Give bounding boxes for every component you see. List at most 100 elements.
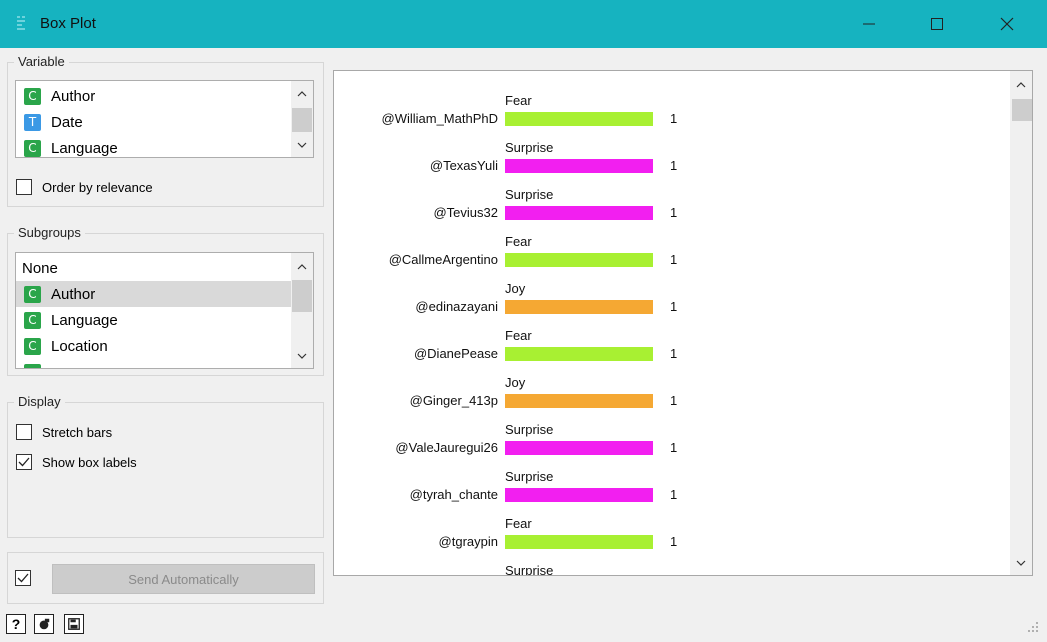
scroll-down-icon[interactable] [1010,553,1032,573]
scroll-down-icon[interactable] [291,136,313,154]
box-label: Fear [505,328,532,343]
author-label: @TexasYuli [429,158,498,173]
subgroup-item-author[interactable]: C Author [16,281,293,307]
bar-value: 1 [670,346,678,361]
author-label: @CallmeArgentino [388,252,498,267]
auto-send-checkbox[interactable] [15,570,41,586]
subgroup-item-label: Language [51,311,118,329]
subgroup-item-language[interactable]: C Language [16,307,293,333]
bar[interactable] [505,300,653,314]
bar[interactable] [505,206,653,220]
close-button[interactable] [984,0,1030,48]
box-label: Fear [505,234,532,249]
minimize-icon [863,23,875,25]
box-label: Joy [505,375,526,390]
subgroups-list[interactable]: None C Author C Language C Location [15,252,314,369]
author-label: @Ginger_413p [409,393,498,408]
scroll-thumb[interactable] [1012,99,1032,121]
box-label: Fear [505,93,532,108]
checkbox-box[interactable] [16,424,32,440]
save-image-icon[interactable] [64,614,84,634]
categorical-icon: C [24,311,41,329]
checkbox-box[interactable] [15,570,31,586]
show-box-labels-label: Show box labels [42,454,137,470]
plot-scrollbar[interactable] [1010,71,1032,575]
variable-group: Variable C Author T Date C Language Orde… [7,54,324,207]
bar[interactable] [505,112,653,126]
bar-value: 1 [670,440,678,455]
bar[interactable] [505,535,653,549]
checkmark-icon [17,573,29,583]
scroll-thumb[interactable] [292,280,312,312]
box-label: Surprise [505,469,554,484]
subgroup-item-none[interactable]: None [16,255,293,281]
send-automatically-button[interactable]: Send Automatically [52,564,315,594]
bar-value: 1 [670,158,678,173]
bar[interactable] [505,347,653,361]
text-icon: T [24,113,41,131]
order-by-relevance-checkbox[interactable]: Order by relevance [16,179,153,195]
subgroups-list-scrollbar[interactable] [291,253,313,368]
variable-item-author[interactable]: C Author [16,83,293,109]
variable-item-label: Date [51,113,83,131]
box-label: Surprise [505,187,554,202]
help-icon[interactable]: ? [6,614,26,634]
variable-list-scrollbar[interactable] [291,81,313,157]
scroll-up-icon[interactable] [291,258,313,276]
variable-item-language[interactable]: C Language [16,135,293,157]
display-group-title: Display [14,394,65,409]
subgroups-group-title: Subgroups [14,225,85,240]
bar-value: 1 [670,393,678,408]
bar[interactable] [505,441,653,455]
maximize-icon [931,18,943,30]
bar[interactable] [505,394,653,408]
variable-list[interactable]: C Author T Date C Language [15,80,314,158]
author-label: @ValeJauregui26 [395,440,498,455]
subgroup-item-label: Author [51,285,96,303]
scroll-up-icon[interactable] [1010,75,1032,95]
scroll-up-icon[interactable] [291,85,313,103]
variable-item-label: Language [51,139,118,157]
checkbox-box[interactable] [16,179,32,195]
bar-value: 1 [670,205,678,220]
bar[interactable] [505,159,653,173]
checkbox-box[interactable] [16,454,32,470]
maximize-button[interactable] [914,0,960,48]
categorical-icon: C [24,285,41,303]
author-label: @tyrah_chante [409,487,498,502]
author-label: @Tevius32 [433,205,498,220]
author-label: @William_MathPhD [381,111,499,126]
box-label: Surprise [505,422,554,437]
subgroup-item-partial[interactable] [16,359,293,368]
stretch-bars-label: Stretch bars [42,424,113,440]
title-bar: Box Plot [0,0,1047,48]
variable-item-date[interactable]: T Date [16,109,293,135]
plot-area[interactable]: Fear @William_MathPhD 1 Surprise @TexasYuli 1… [333,70,1033,576]
bar-value: 1 [670,299,678,314]
report-icon[interactable] [34,614,54,634]
box-label: Surprise [505,140,554,155]
scroll-down-icon[interactable] [291,347,313,365]
bar[interactable] [505,253,653,267]
show-box-labels-checkbox[interactable]: Show box labels [16,454,137,470]
resize-grip-icon[interactable] [1026,620,1040,634]
box-label: Fear [505,516,532,531]
variable-item-label: Author [51,87,96,105]
subgroup-item-label: Location [51,337,108,355]
close-icon [1000,17,1014,31]
display-group: Display Stretch bars Show box labels [7,394,324,538]
stretch-bars-checkbox[interactable]: Stretch bars [16,424,112,440]
categorical-icon: C [24,139,41,157]
bar-value: 1 [670,111,678,126]
categorical-icon: C [24,337,41,355]
bar[interactable] [505,488,653,502]
scroll-thumb[interactable] [292,108,312,132]
bar-value: 1 [670,534,678,549]
box-label: Surprise [505,563,554,576]
minimize-button[interactable] [846,0,892,48]
bar-value: 1 [670,487,678,502]
author-label: @tgraypin [438,534,498,549]
subgroup-item-location[interactable]: C Location [16,333,293,359]
author-label: @edinazayani [415,299,498,314]
bar-value: 1 [670,252,678,267]
